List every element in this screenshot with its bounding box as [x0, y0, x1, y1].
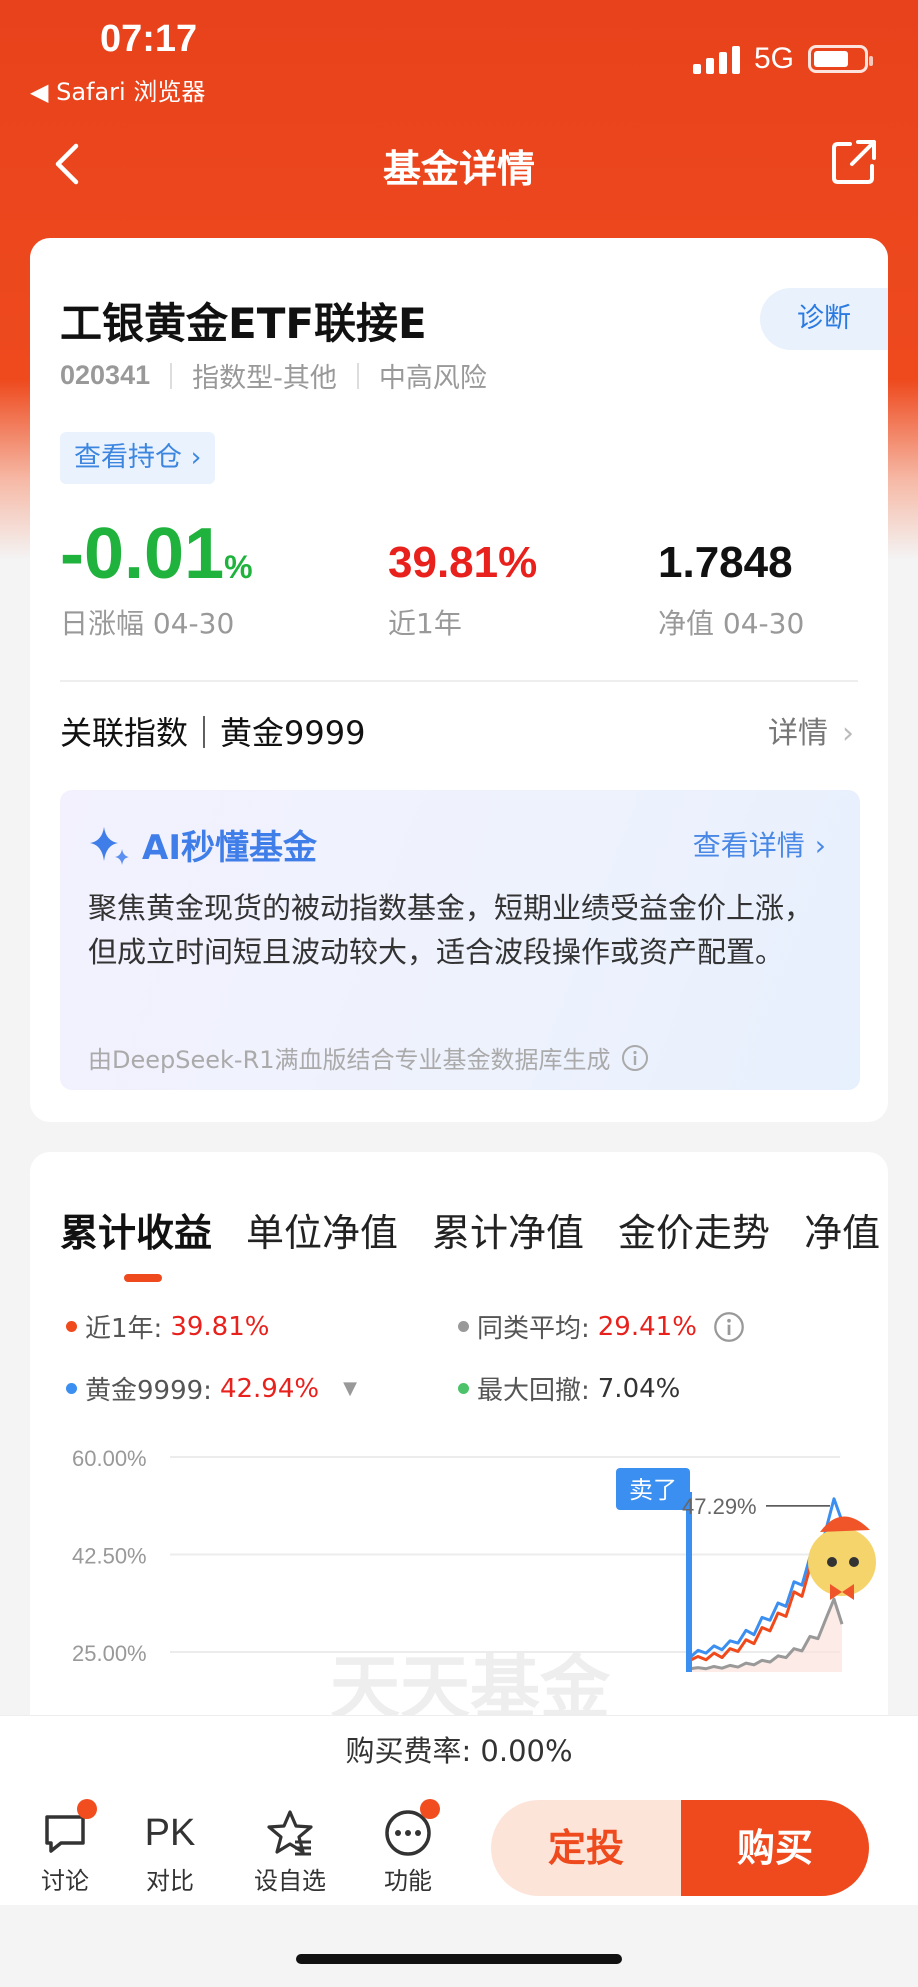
daily-change-value: -0.01% [60, 514, 253, 594]
back-to-safari[interactable]: ◀ Safari 浏览器 [30, 72, 205, 107]
y-tick-label: 25.00% [72, 1641, 147, 1666]
fund-code: 020341 [60, 360, 151, 390]
info-icon[interactable] [621, 1044, 649, 1072]
diagnose-button[interactable]: 诊断 [760, 288, 888, 350]
battery-icon [808, 45, 873, 73]
ai-summary-box: AI秒懂基金 查看详情 › 聚焦黄金现货的被动指数基金，短期业绩受益金价上涨，但成… [60, 790, 860, 1090]
home-indicator[interactable] [296, 1954, 622, 1964]
status-icons: 5G [692, 42, 873, 76]
y-tick-label: 60.00% [72, 1446, 147, 1471]
add-watchlist-button[interactable]: 设自选 [250, 1805, 330, 1896]
network-type: 5G [753, 42, 794, 75]
fund-type: 指数型-其他 [192, 363, 337, 394]
view-holdings-button[interactable]: 查看持仓 › [60, 432, 216, 484]
pk-icon: PK [144, 1811, 196, 1854]
more-functions-button[interactable]: 功能 [368, 1799, 448, 1896]
sparkle-icon [90, 826, 129, 865]
share-icon[interactable] [830, 138, 878, 186]
fund-meta: 020341 指数型-其他 中高风险 [60, 356, 487, 395]
index-detail-link[interactable]: 详情 › [768, 708, 854, 752]
return-chart[interactable]: 天天基金60.00%42.50%25.00%卖了47.29% [30, 1152, 888, 1752]
fund-risk: 中高风险 [378, 363, 487, 394]
mascot-icon [808, 1528, 876, 1596]
status-time: 07:17 [100, 18, 198, 60]
star-icon [267, 1810, 313, 1856]
chevron-right-icon: › [842, 716, 854, 751]
nav-value: 1.7848 [658, 538, 793, 587]
chevron-right-icon: › [814, 829, 826, 862]
ai-title: AI秒懂基金 [88, 820, 317, 869]
fund-name: 工银黄金ETF联接E [60, 299, 427, 348]
purchase-fee: 购买费率: 0.00% [0, 1715, 918, 1785]
chart-card: 累计收益 单位净值 累计净值 金价走势 净值 近1年: 39.81% 同类平均: 2… [30, 1152, 888, 1752]
peak-label: 47.29% [682, 1494, 757, 1519]
ai-summary-text: 聚焦黄金现货的被动指数基金，短期业绩受益金价上涨，但成立时间短且波动较大，适合波… [88, 891, 814, 969]
related-index: 关联指数｜黄金9999 [60, 714, 366, 752]
signal-icon [692, 44, 740, 74]
mascot-eye [849, 1557, 859, 1567]
fund-info-card: 工银黄金ETF联接E 诊断 020341 指数型-其他 中高风险 查看持仓 › … [30, 238, 888, 1122]
sip-button[interactable]: 定投 [491, 1800, 681, 1896]
nav-label: 净值 04-30 [658, 607, 805, 640]
year-return-value: 39.81% [388, 538, 538, 587]
ai-view-details-link[interactable]: 查看详情 › [693, 824, 826, 864]
sell-marker-label: 卖了 [629, 1476, 677, 1504]
daily-change-label: 日涨幅 04-30 [60, 607, 235, 640]
year-return-label: 近1年 [388, 607, 462, 640]
page-title: 基金详情 [382, 147, 535, 191]
compare-button[interactable]: PK 对比 [130, 1805, 210, 1896]
discuss-button[interactable]: 讨论 [25, 1799, 105, 1896]
ai-source-note: 由DeepSeek-R1满血版结合专业基金数据库生成 [88, 1040, 649, 1075]
divider [60, 680, 858, 682]
y-tick-label: 42.50% [72, 1544, 147, 1569]
buy-button[interactable]: 购买 [681, 1800, 869, 1896]
mascot-eye [827, 1557, 837, 1567]
